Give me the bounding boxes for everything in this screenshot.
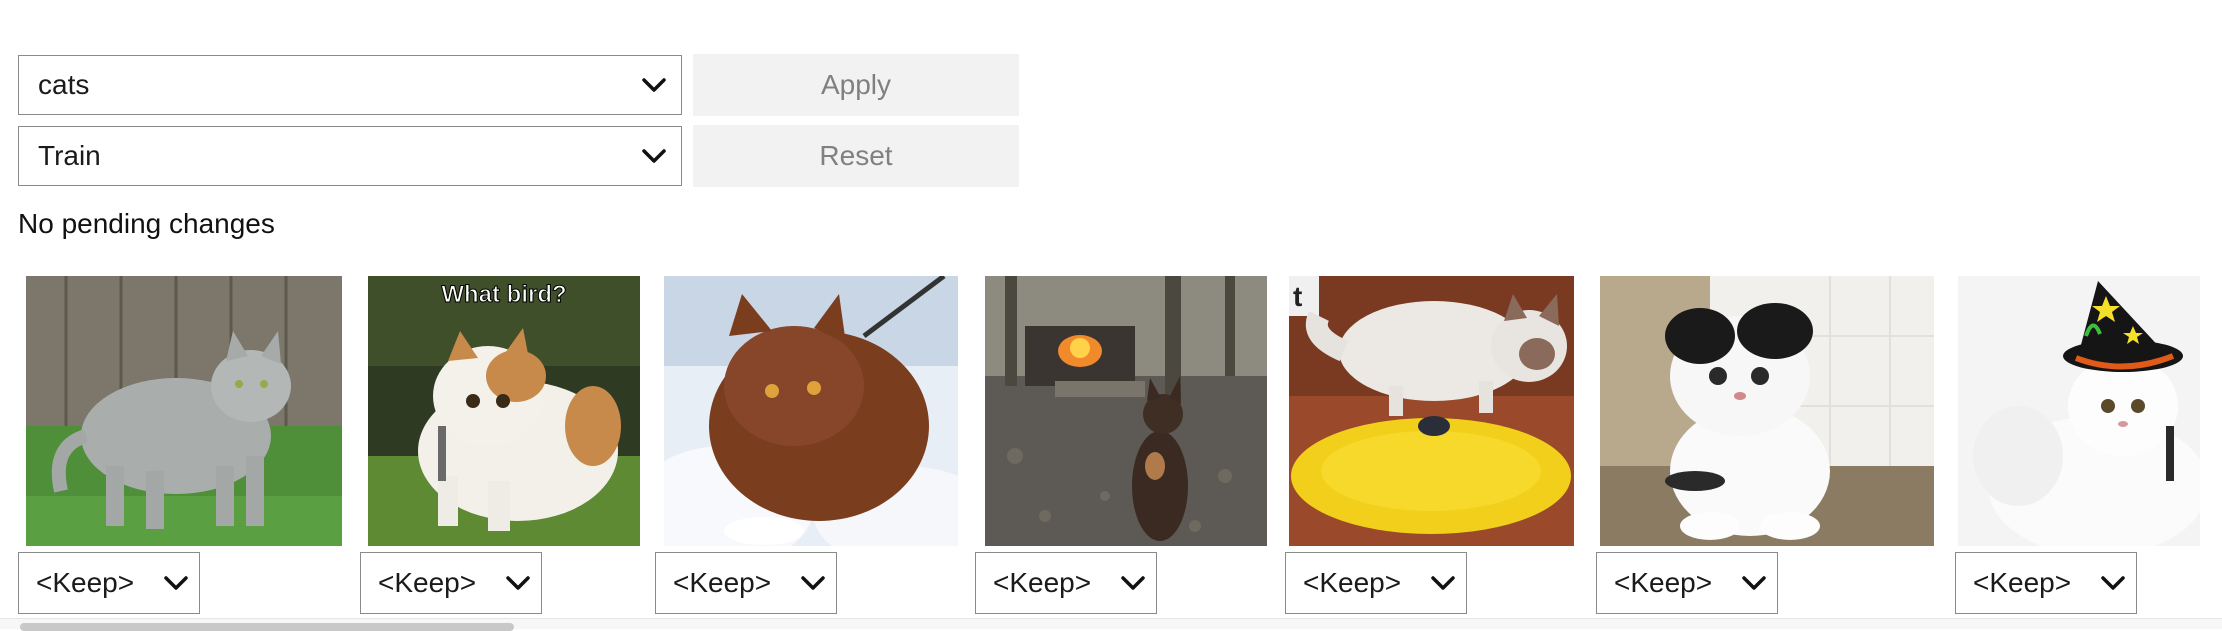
- image-action-select[interactable]: <Keep>: [18, 552, 200, 614]
- chevron-down-icon: [1431, 576, 1455, 590]
- chevron-down-icon: [1121, 576, 1145, 590]
- chevron-down-icon: [506, 576, 530, 590]
- gallery-image[interactable]: [1958, 276, 2200, 546]
- split-select-value: Train: [38, 140, 101, 171]
- gallery-image[interactable]: [985, 276, 1267, 546]
- gallery-horizontal-scrollbar[interactable]: [0, 618, 2222, 631]
- pending-status-text: No pending changes: [18, 208, 275, 239]
- image-action-select[interactable]: <Keep>: [975, 552, 1157, 614]
- image-corner-mark: t: [1293, 281, 1302, 312]
- gallery-image[interactable]: [26, 276, 342, 546]
- gallery-image[interactable]: What bird?: [368, 276, 640, 546]
- chevron-down-icon: [642, 149, 666, 163]
- image-action-value: <Keep>: [36, 567, 135, 598]
- apply-button[interactable]: Apply: [693, 54, 1019, 116]
- image-action-value: <Keep>: [993, 567, 1092, 598]
- chevron-down-icon: [642, 78, 666, 92]
- image-action-value: <Keep>: [1303, 567, 1402, 598]
- chevron-down-icon: [164, 576, 188, 590]
- chevron-down-icon: [1742, 576, 1766, 590]
- image-action-select[interactable]: <Keep>: [1955, 552, 2137, 614]
- image-action-select[interactable]: <Keep>: [655, 552, 837, 614]
- image-action-value: <Keep>: [378, 567, 477, 598]
- split-select[interactable]: Train: [18, 126, 682, 186]
- image-action-select[interactable]: <Keep>: [1596, 552, 1778, 614]
- image-action-value: <Keep>: [1973, 567, 2072, 598]
- gallery-image[interactable]: [664, 276, 958, 546]
- image-action-value: <Keep>: [673, 567, 772, 598]
- scrollbar-thumb[interactable]: [20, 623, 514, 631]
- image-action-select[interactable]: <Keep>: [1285, 552, 1467, 614]
- gallery-image[interactable]: [1600, 276, 1934, 546]
- gallery-image[interactable]: t: [1289, 276, 1574, 546]
- chevron-down-icon: [2101, 576, 2125, 590]
- category-select-value: cats: [38, 69, 90, 100]
- meme-caption: What bird?: [441, 281, 566, 308]
- category-select[interactable]: cats: [18, 55, 682, 115]
- image-action-select[interactable]: <Keep>: [360, 552, 542, 614]
- chevron-down-icon: [801, 576, 825, 590]
- image-action-value: <Keep>: [1614, 567, 1713, 598]
- reset-button[interactable]: Reset: [693, 125, 1019, 187]
- image-gallery: What bird? t <Keep> <Keep> <Keep> <Keep>…: [0, 276, 2222, 614]
